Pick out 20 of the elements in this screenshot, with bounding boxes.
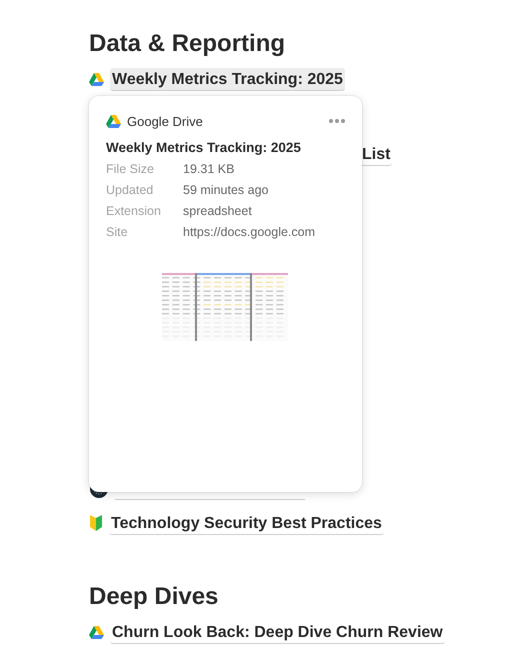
field-value: 19.31 KB (183, 162, 236, 176)
more-button[interactable] (329, 119, 345, 123)
drive-icon (89, 626, 104, 638)
field-label: File Size (106, 162, 155, 176)
field-label: Site (106, 225, 129, 239)
drive-icon (89, 72, 104, 86)
page-link[interactable]: Weekly Metrics Tracking: 2025 (110, 68, 345, 90)
field-value: https://docs.google.com (183, 225, 316, 239)
source-name: Google Drive (127, 114, 203, 128)
page-link[interactable]: Churn Look Back: Deep Dive Churn Review (110, 620, 445, 644)
section-heading: Deep Dives (89, 582, 220, 612)
field-value: 59 minutes ago (183, 183, 270, 197)
field-label: Extension (106, 204, 162, 218)
page-link[interactable]: Technology Security Best Practices (109, 512, 384, 534)
section-heading: Data & Reporting (89, 29, 286, 59)
drive-icon (106, 114, 121, 128)
preview-title: Weekly Metrics Tracking: 2025 (106, 140, 302, 155)
shield-icon (89, 514, 103, 532)
field-label: Updated (106, 183, 154, 197)
field-value: spreadsheet (183, 204, 253, 218)
